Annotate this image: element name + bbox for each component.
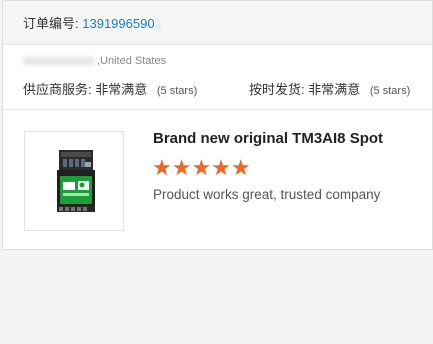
- order-review-card: 订单编号: 13919965901 ,United States 供应商服务: …: [2, 0, 433, 250]
- on-time-delivery-rating: 按时发货: 非常满意 (5 stars): [249, 79, 410, 98]
- review-text: Product works great, trusted company: [153, 187, 381, 202]
- order-number-link[interactable]: 13919965901: [82, 16, 162, 31]
- product-title[interactable]: Brand new original TM3AI8 Spot: [153, 130, 383, 147]
- section-divider: [3, 109, 432, 110]
- on-time-delivery-label: 按时发货:: [249, 82, 305, 97]
- supplier-service-label: 供应商服务:: [23, 82, 92, 97]
- order-number-row: 订单编号: 13919965901: [23, 13, 162, 32]
- buyer-info: ,United States: [23, 55, 166, 67]
- product-thumbnail[interactable]: [24, 131, 124, 231]
- supplier-service-rating: 供应商服务: 非常满意 (5 stars): [23, 79, 197, 98]
- page: 订单编号: 13919965901 ,United States 供应商服务: …: [0, 0, 433, 344]
- order-number-label: 订单编号:: [23, 16, 79, 31]
- plc-module-image: [57, 150, 95, 212]
- order-header: 订单编号: 13919965901: [3, 1, 432, 45]
- on-time-delivery-value: 非常满意: [308, 82, 361, 97]
- supplier-service-value: 非常满意: [95, 82, 148, 97]
- buyer-name-redacted: [23, 57, 95, 66]
- on-time-delivery-stars: (5 stars): [369, 85, 411, 97]
- supplier-service-stars: (5 stars): [156, 85, 198, 97]
- buyer-location: ,United States: [97, 55, 167, 67]
- product-star-rating: ★★★★★: [152, 155, 251, 180]
